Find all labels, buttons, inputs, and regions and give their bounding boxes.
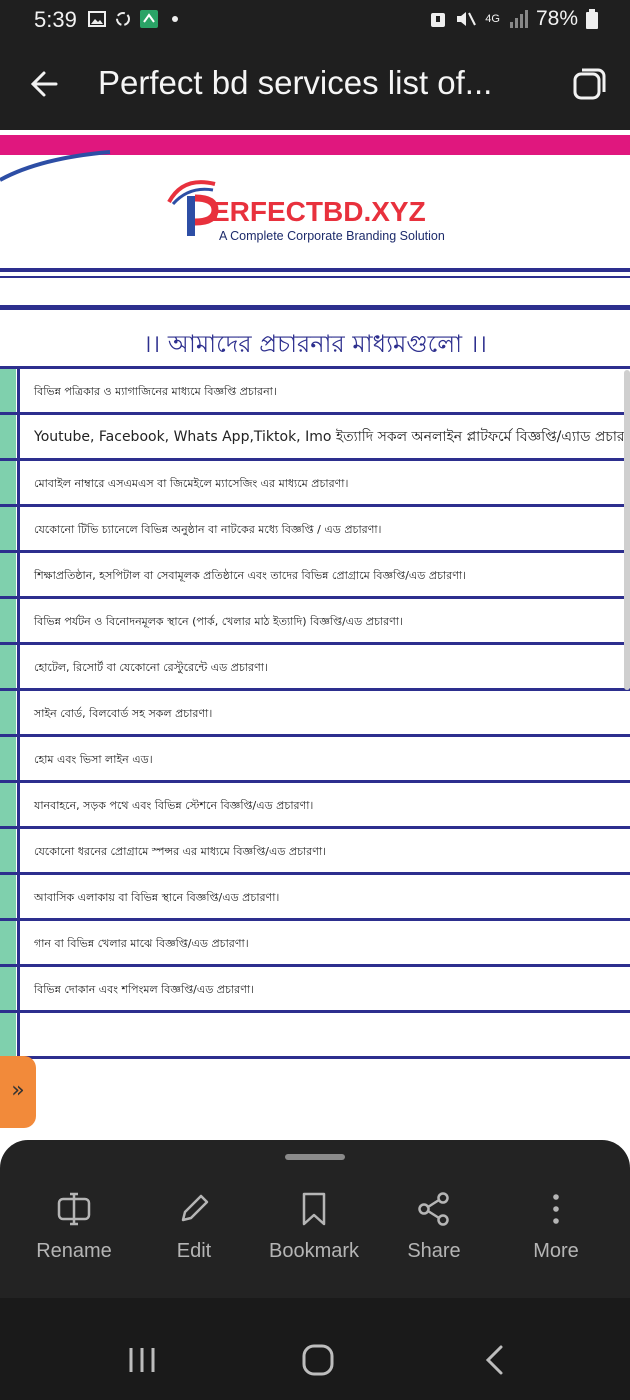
blue-swoosh <box>0 150 111 182</box>
service-row: হোটেল, রিসোর্ট বা যেকোনো রেস্টুরেন্টে এড… <box>0 642 630 688</box>
service-text: যেকোনো ধরনের প্রোগ্রামে স্পন্সর এর মাধ্য… <box>34 845 327 858</box>
divider <box>0 276 630 278</box>
bookmark-label: Bookmark <box>268 1240 360 1262</box>
service-row: শিক্ষাপ্রতিষ্ঠান, হসপিটাল বা সেবামূলক প্… <box>0 550 630 596</box>
back-arrow-icon[interactable] <box>26 64 66 104</box>
recent-apps-icon[interactable] <box>122 1340 162 1380</box>
battery-icon <box>586 9 598 29</box>
network-label: 4G <box>485 13 500 25</box>
back-nav-icon[interactable] <box>476 1340 516 1380</box>
row-marker <box>0 645 20 688</box>
service-row: গান বা বিভিন্ন খেলার মাঝে বিজ্ঞপ্তি/এড প… <box>0 918 630 964</box>
pencil-icon <box>181 1194 209 1222</box>
service-row: যেকোনো টিভি চ্যানেলে বিভিন্ন অনুষ্ঠান বা… <box>0 504 630 550</box>
bookmark-button[interactable]: Bookmark <box>254 1190 374 1263</box>
row-marker <box>0 783 20 826</box>
document-title: Perfect bd services list of... <box>98 64 493 101</box>
sync-icon <box>116 12 130 26</box>
service-text: যানবাহনে, সড়ক পথে এবং বিভিন্ন স্টেশনে ব… <box>34 799 314 812</box>
row-marker <box>0 461 20 504</box>
more-label: More <box>533 1240 579 1262</box>
row-marker <box>0 1013 20 1056</box>
service-text: সাইন বোর্ড, বিলবোর্ড সহ সকল প্রচারণা। <box>34 707 213 720</box>
service-text: শিক্ষাপ্রতিষ্ঠান, হসপিটাল বা সেবামূলক প্… <box>34 569 467 582</box>
service-text: হোম এবং ভিসা লাইন এড। <box>34 753 153 766</box>
share-label: Share <box>407 1240 461 1262</box>
service-row: Youtube, Facebook, Whats App,Tiktok, Imo… <box>0 412 630 458</box>
bookmark-icon <box>302 1192 326 1226</box>
service-text: মোবাইল নাম্বারে এসএমএস বা জিমেইলে ম্যাসে… <box>34 477 349 490</box>
divider <box>0 268 630 272</box>
status-bar: 5:39 4G 78% <box>0 0 630 38</box>
row-marker <box>0 415 20 458</box>
row-marker <box>0 553 20 596</box>
service-text: আবাসিক এলাকায় বা বিভিন্ন স্থানে বিজ্ঞপ্… <box>34 891 280 904</box>
mute-icon <box>457 12 477 26</box>
row-marker <box>0 691 20 734</box>
alarm-icon <box>431 13 446 27</box>
status-right: 4G 78% <box>429 7 598 31</box>
service-row: যেকোনো ধরনের প্রোগ্রামে স্পন্সর এর মাধ্য… <box>0 826 630 872</box>
more-vert-icon <box>553 1194 559 1224</box>
service-row: আবাসিক এলাকায় বা বিভিন্ন স্থানে বিজ্ঞপ্… <box>0 872 630 918</box>
row-marker <box>0 967 20 1010</box>
service-row: বিভিন্ন দোকান এবং শপিংমল বিজ্ঞপ্তি/এড প্… <box>0 964 630 1010</box>
service-text: Youtube, Facebook, Whats App,Tiktok, Imo… <box>34 429 630 445</box>
row-marker <box>0 599 20 642</box>
service-row: যানবাহনে, সড়ক পথে এবং বিভিন্ন স্টেশনে ব… <box>0 780 630 826</box>
rename-button[interactable]: Rename <box>14 1190 134 1263</box>
notification-icons <box>88 10 184 28</box>
system-nav-bar <box>0 1298 630 1400</box>
row-marker <box>0 737 20 780</box>
row-marker <box>0 369 20 412</box>
edit-button[interactable]: Edit <box>134 1190 254 1263</box>
scroll-indicator[interactable] <box>624 370 630 690</box>
copy-icon[interactable] <box>572 66 608 102</box>
bottom-action-sheet: Rename Edit Bookmark Share More <box>0 1140 630 1298</box>
logo: ERFECTBD.XYZ A Complete Corporate Brandi… <box>163 174 463 244</box>
service-text: বিভিন্ন দোকান এবং শপিংমল বিজ্ঞপ্তি/এড প্… <box>34 983 254 996</box>
rename-label: Rename <box>36 1240 112 1262</box>
row-marker <box>0 921 20 964</box>
more-button[interactable]: More <box>496 1190 616 1263</box>
app-bar: Perfect bd services list of... <box>0 38 630 130</box>
service-text: গান বা বিভিন্ন খেলার মাঝে বিজ্ঞপ্তি/এড প… <box>34 937 249 950</box>
service-text: বিভিন্ন পত্রিকার ও ম্যাগাজিনের মাধ্যমে ব… <box>34 385 277 398</box>
share-icon <box>418 1192 449 1226</box>
service-text: বিভিন্ন পর্যটন ও বিনোদনমূলক স্থানে (পার্… <box>34 615 403 628</box>
share-button[interactable]: Share <box>374 1190 494 1263</box>
document-viewer[interactable]: ERFECTBD.XYZ A Complete Corporate Brandi… <box>0 130 630 1140</box>
rename-icon <box>57 1192 91 1226</box>
service-row: বিভিন্ন পত্রিকার ও ম্যাগাজিনের মাধ্যমে ব… <box>0 366 630 412</box>
service-row: সাইন বোর্ড, বিলবোর্ড সহ সকল প্রচারণা। <box>0 688 630 734</box>
service-row <box>0 1056 630 1102</box>
service-row: মোবাইল নাম্বারে এসএমএস বা জিমেইলে ম্যাসে… <box>0 458 630 504</box>
service-text: যেকোনো টিভি চ্যানেলে বিভিন্ন অনুষ্ঠান বা… <box>34 523 382 536</box>
divider <box>0 305 630 310</box>
home-icon[interactable] <box>298 1340 338 1380</box>
drag-handle[interactable] <box>285 1154 345 1160</box>
service-row <box>0 1010 630 1056</box>
service-row: বিভিন্ন পর্যটন ও বিনোদনমূলক স্থানে (পার্… <box>0 596 630 642</box>
row-marker <box>0 507 20 550</box>
service-row: হোম এবং ভিসা লাইন এড। <box>0 734 630 780</box>
signal-icon <box>509 10 528 28</box>
dot-icon <box>172 16 178 22</box>
battery-percent: 78% <box>535 7 578 30</box>
side-panel-tab[interactable]: » <box>0 1056 36 1128</box>
logo-tagline: A Complete Corporate Branding Solution <box>219 229 445 243</box>
service-list: বিভিন্ন পত্রিকার ও ম্যাগাজিনের মাধ্যমে ব… <box>0 366 630 1102</box>
logo-text: ERFECTBD.XYZ <box>211 196 426 227</box>
edit-label: Edit <box>176 1240 212 1262</box>
app-notification-icon <box>140 10 158 28</box>
section-heading: ।। আমাদের প্রচারনার মাধ্যমগুলো ।। <box>143 330 487 358</box>
status-time: 5:39 <box>34 7 77 32</box>
service-text: হোটেল, রিসোর্ট বা যেকোনো রেস্টুরেন্টে এড… <box>34 661 268 674</box>
row-marker <box>0 829 20 872</box>
row-marker <box>0 875 20 918</box>
gallery-icon <box>88 11 106 27</box>
